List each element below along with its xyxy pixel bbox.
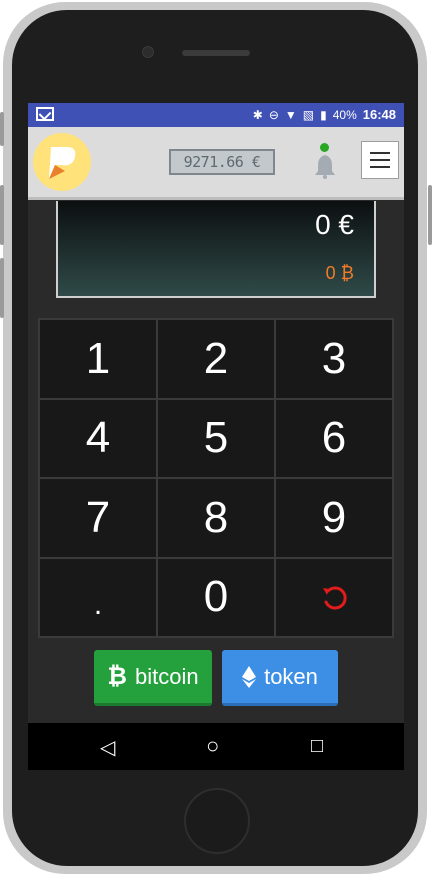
wifi-icon: ▼ [284, 107, 297, 122]
app-screen: ✱ ⊖ ▼ ▧ ▮ 40% 16:48 9271.66 € 0 € 0 ₿ 1 … [28, 103, 404, 770]
notifications-button[interactable] [312, 143, 338, 179]
bitcoin-button-label: bitcoin [134, 663, 199, 689]
key-9[interactable]: 9 [275, 478, 393, 558]
key-0[interactable]: 0 [157, 557, 275, 637]
front-camera [142, 46, 154, 58]
balance-display: 9271.66 € [169, 149, 275, 175]
key-decimal[interactable]: . [39, 557, 157, 637]
battery-percent: 40% [332, 107, 357, 122]
ethereum-icon [242, 665, 257, 688]
home-button[interactable]: ○ [206, 733, 219, 759]
key-5[interactable]: 5 [157, 398, 275, 478]
key-8[interactable]: 8 [157, 478, 275, 558]
back-button[interactable]: ◁ [100, 735, 115, 760]
undo-icon [323, 586, 347, 610]
android-nav-bar: ◁ ○ □ [28, 723, 404, 770]
menu-icon-line [370, 166, 390, 168]
bitcoin-icon: ₿ [107, 662, 127, 690]
token-button[interactable]: token [222, 650, 338, 706]
bluetooth-icon: ✱ [252, 107, 263, 122]
status-icons: ✱ ⊖ ▼ ▧ ▮ 40% 16:48 [253, 107, 396, 122]
menu-button[interactable] [361, 141, 399, 179]
menu-icon-line [370, 152, 390, 154]
undo-button[interactable] [275, 557, 393, 637]
app-header: 9271.66 € [28, 127, 404, 200]
key-2[interactable]: 2 [157, 319, 275, 399]
key-1[interactable]: 1 [39, 319, 157, 399]
key-4[interactable]: 4 [39, 398, 157, 478]
mail-icon [36, 107, 54, 121]
dnd-icon: ⊖ [268, 107, 279, 122]
key-7[interactable]: 7 [39, 478, 157, 558]
key-3[interactable]: 3 [275, 319, 393, 399]
volume-button [0, 112, 4, 146]
home-hardware-button[interactable] [184, 788, 250, 854]
amount-btc: 0 ₿ [325, 263, 354, 283]
power-button [428, 185, 432, 245]
status-bar: ✱ ⊖ ▼ ▧ ▮ 40% 16:48 [28, 103, 404, 127]
token-button-label: token [264, 663, 318, 689]
numeric-keypad: 1 2 3 4 5 6 7 8 9 . 0 [38, 318, 394, 638]
bell-icon [315, 155, 335, 179]
amount-eur: 0 € [315, 209, 354, 240]
no-sim-icon: ▧ [302, 107, 315, 122]
payment-buttons: ₿ bitcoin token [28, 650, 404, 708]
bitcoin-button[interactable]: ₿ bitcoin [94, 650, 212, 706]
status-dot [320, 143, 329, 152]
amount-display: 0 € 0 ₿ [56, 201, 376, 298]
app-logo[interactable] [33, 133, 91, 191]
volume-down-button [0, 258, 4, 318]
volume-up-button [0, 185, 4, 245]
menu-icon-line [370, 159, 390, 161]
key-6[interactable]: 6 [275, 398, 393, 478]
battery-icon: ▮ [320, 107, 327, 122]
earpiece-speaker [182, 50, 250, 56]
recents-button[interactable]: □ [311, 735, 323, 758]
logo-p-icon [49, 147, 76, 179]
clock: 16:48 [362, 107, 396, 122]
